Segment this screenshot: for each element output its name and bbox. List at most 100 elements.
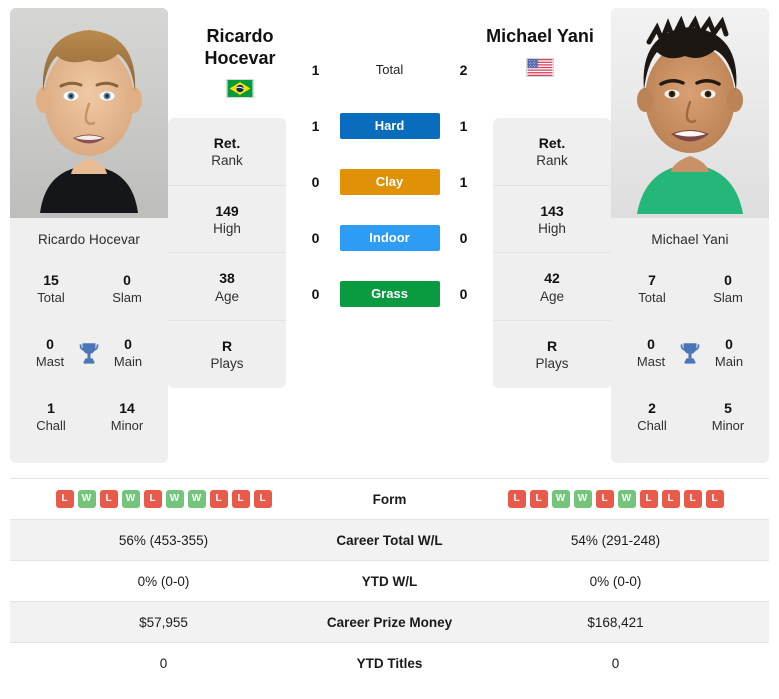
info-age-value: 38 [219,270,235,287]
stat-mast-value: 0 [46,336,54,353]
ytd-wl-left: 0% (0-0) [10,560,317,602]
form-badge-right-5: L [595,490,614,508]
stat-total: 15 Total [24,272,78,306]
info-high: 149 High [168,186,286,254]
left-header-name-line2[interactable]: Hocevar [178,48,302,70]
info-plays-value: R [221,338,233,355]
ytd-wl-right: 0% (0-0) [462,560,769,602]
table-label-career-prize-money: Career Prize Money [317,601,462,643]
surface-badge-indoor[interactable]: Indoor [339,225,440,251]
titles-row-chall-minor: 1 Chall 14 Minor [16,400,162,434]
ytd-titles-right: 0 [462,642,769,684]
stat-slam: 0 Slam [100,272,154,306]
stat-chall: 1 Chall [24,400,78,434]
surface-badge-clay[interactable]: Clay [339,169,440,195]
h2h-indoor-badge-wrap: Indoor [339,225,441,251]
form-badge-left-2: W [77,490,96,508]
ytd-titles-left: 0 [10,642,317,684]
info-plays: R Plays [168,321,286,388]
form-badge-left-1: L [55,490,74,508]
right-header-name-line1[interactable]: Michael Yani [478,26,602,48]
info-high-label: High [538,220,566,236]
player-comparison-page: Ricardo Hocevar 15 Total 0 Slam 0 Mast 0… [0,0,779,699]
form-badge-right-8: L [661,490,680,508]
info-high-label: High [213,220,241,236]
h2h-grass-left-score: 0 [311,286,320,302]
right-player-titles-grid: 7 Total 0 Slam 0 Mast 0 Main 2 Chall 5 M… [611,257,769,463]
titles-row-total-slam: 15 Total 0 Slam [16,272,162,306]
stat-chall-label: Chall [36,417,66,433]
info-plays-value: R [546,338,558,355]
form-badge-left-3: L [99,490,118,508]
stat-mast-label: Mast [35,353,65,369]
h2h-total-label-wrap: Total [339,61,441,79]
info-rank-label: Rank [536,153,568,169]
info-age-label: Age [214,288,240,304]
info-high-value: 149 [215,202,239,219]
career-prize-money-left: $57,955 [10,601,317,643]
stat-mast: 0 Mast [625,336,677,370]
form-left-cell: LWLWLWWLLL [10,478,317,520]
info-rank-value: Ret. [213,135,241,151]
stat-chall: 2 Chall [625,400,679,434]
right-info-column: Ret. Rank 143 High 42 Age R Plays [493,8,611,388]
info-rank-label: Rank [211,153,243,169]
stat-main-value: 0 [725,336,733,353]
stat-mast-value: 0 [647,336,655,353]
stat-chall-value: 1 [47,400,55,417]
h2h-total-right-score: 2 [459,62,468,78]
left-player-column: Ricardo Hocevar 15 Total 0 Slam 0 Mast 0… [10,8,168,463]
table-label-form: Form [317,478,462,520]
career-total-wl-right: 54% (291-248) [462,519,769,561]
table-row-ytd-titles: 0 YTD Titles 0 [10,642,769,684]
stat-chall-label: Chall [637,417,667,433]
info-plays-label: Plays [210,356,244,372]
info-plays: R Plays [493,321,611,388]
form-badge-left-4: W [121,490,140,508]
h2h-row-indoor: 0 Indoor 0 [286,210,493,266]
career-total-wl-left: 56% (453-355) [10,519,317,561]
stat-slam-value: 0 [724,272,732,289]
right-player-name-label: Michael Yani [651,232,729,247]
player-photo-yani [611,8,769,218]
h2h-total-label: Total [375,62,404,77]
form-right-cell: LLWWLWLLLL [462,478,769,520]
form-badge-right-10: L [705,490,724,508]
right-player-column: Michael Yani 7 Total 0 Slam 0 Mast 0 Mai… [611,8,769,463]
form-badge-left-8: L [209,490,228,508]
form-badge-left-10: L [253,490,272,508]
left-header-name-line1[interactable]: Ricardo [178,26,302,48]
form-badge-right-2: L [529,490,548,508]
info-high-value: 143 [540,202,564,219]
table-row-form: LWLWLWWLLL Form LLWWLWLLLL [10,478,769,520]
titles-row-chall-minor: 2 Chall 5 Minor [617,400,763,434]
form-badge-right-6: W [617,490,636,508]
stat-minor-value: 5 [724,400,732,417]
h2h-row-total: 1 Total 2 [286,42,493,98]
table-row-career-prize-money: $57,955 Career Prize Money $168,421 [10,601,769,643]
career-prize-money-right: $168,421 [462,601,769,643]
form-strip-right: LLWWLWLLLL [463,490,768,508]
surface-badge-hard[interactable]: Hard [339,113,440,139]
h2h-hard-left-score: 1 [311,118,320,134]
table-row-ytd-wl: 0% (0-0) YTD W/L 0% (0-0) [10,560,769,602]
stat-main: 0 Main [703,336,755,370]
h2h-indoor-right-score: 0 [459,230,468,246]
right-player-card: Michael Yani 7 Total 0 Slam 0 Mast 0 Mai… [611,8,769,463]
h2h-hard-badge-wrap: Hard [339,113,441,139]
head-to-head-column: 1 Total 2 1 Hard 1 0 Clay 1 0 Indoor 0 0… [286,8,493,322]
form-badge-left-7: W [187,490,206,508]
surface-badge-grass[interactable]: Grass [339,281,440,307]
stat-slam-label: Slam [112,289,142,305]
h2h-grass-badge-wrap: Grass [339,281,441,307]
stat-minor: 5 Minor [701,400,755,434]
top-section: Ricardo Hocevar 15 Total 0 Slam 0 Mast 0… [0,0,779,478]
table-row-career-total-wl: 56% (453-355) Career Total W/L 54% (291-… [10,519,769,561]
stat-mast: 0 Mast [24,336,76,370]
h2h-row-clay: 0 Clay 1 [286,154,493,210]
left-player-card: Ricardo Hocevar 15 Total 0 Slam 0 Mast 0… [10,8,168,463]
stat-minor-label: Minor [110,417,144,433]
head-to-head-list: 1 Total 2 1 Hard 1 0 Clay 1 0 Indoor 0 0… [286,42,493,322]
stat-total-label: Total [638,289,666,305]
info-age-value: 42 [544,270,560,287]
